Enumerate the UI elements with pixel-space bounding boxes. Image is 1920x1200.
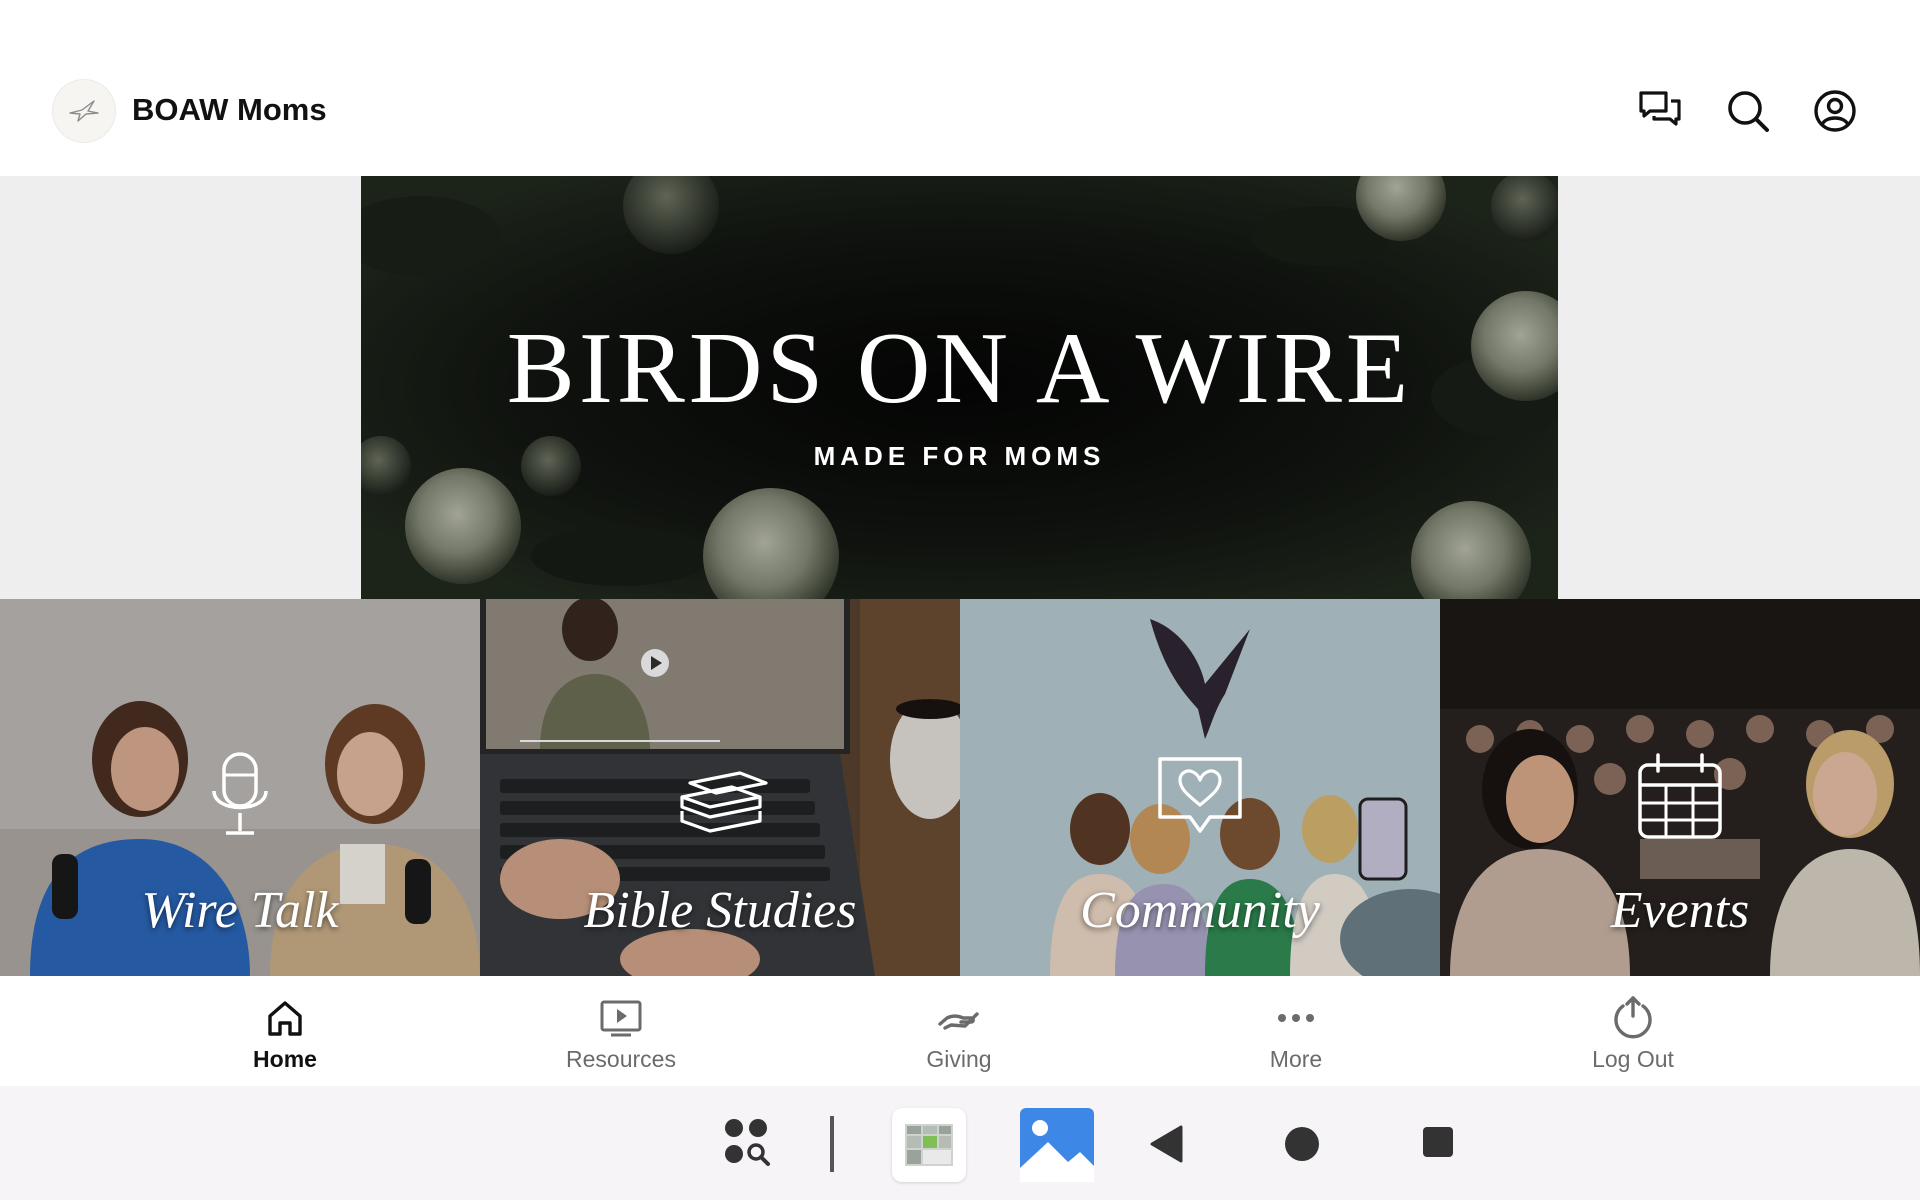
chat-icon[interactable] <box>1637 88 1683 134</box>
home-icon <box>261 994 309 1042</box>
gallery-app-icon[interactable] <box>1020 1108 1094 1182</box>
tile-wire-talk[interactable]: Wire Talk <box>0 599 480 976</box>
nav-label: Log Out <box>1592 1046 1674 1072</box>
play-screen-icon <box>597 994 645 1042</box>
nav-home[interactable]: Home <box>185 976 385 1086</box>
system-navigation-bar <box>0 1086 1920 1200</box>
tile-label: Bible Studies <box>583 882 857 939</box>
recents-icon[interactable] <box>1418 1122 1458 1162</box>
nav-giving[interactable]: Giving <box>859 976 1059 1086</box>
home-circle-icon[interactable] <box>1280 1122 1324 1166</box>
nav-label: More <box>1269 1046 1323 1072</box>
bird-logo-icon[interactable] <box>52 79 116 143</box>
microphone-icon <box>212 752 268 835</box>
more-dots-icon <box>1272 994 1320 1042</box>
calendar-icon <box>1638 753 1722 839</box>
app-header: BOAW Moms <box>0 0 1920 176</box>
back-icon[interactable] <box>1146 1122 1186 1166</box>
heart-chat-icon <box>1158 757 1242 833</box>
bottom-nav: Home Resources Giving More Log Out <box>0 976 1920 1086</box>
app-search-icon[interactable] <box>720 1114 780 1174</box>
nav-label: Home <box>253 1046 317 1072</box>
nav-resources[interactable]: Resources <box>521 976 721 1086</box>
app-title: BOAW Moms <box>132 92 327 127</box>
nav-log-out[interactable]: Log Out <box>1533 976 1733 1086</box>
tile-label: Community <box>1080 882 1320 939</box>
hero-title: BIRDS ON A WIRE <box>506 312 1413 425</box>
tile-label: Events <box>1610 882 1750 939</box>
tile-community[interactable]: Community <box>960 599 1440 976</box>
nav-label: Resources <box>566 1046 676 1072</box>
search-icon[interactable] <box>1725 88 1771 134</box>
account-icon[interactable] <box>1812 88 1858 134</box>
tile-bible-studies[interactable]: Bible Studies <box>480 599 960 976</box>
tile-label: Wire Talk <box>141 882 339 939</box>
tile-events[interactable]: Events <box>1440 599 1920 976</box>
divider <box>830 1116 834 1172</box>
calendar-app-icon[interactable] <box>892 1108 966 1182</box>
power-icon <box>1609 994 1657 1042</box>
nav-label: Giving <box>926 1046 992 1072</box>
books-icon <box>680 771 768 833</box>
hero-subtitle: MADE FOR MOMS <box>813 441 1106 471</box>
hero-banner[interactable]: BIRDS ON A WIRE MADE FOR MOMS <box>361 176 1558 599</box>
nav-more[interactable]: More <box>1196 976 1396 1086</box>
giving-hand-icon <box>935 994 983 1042</box>
